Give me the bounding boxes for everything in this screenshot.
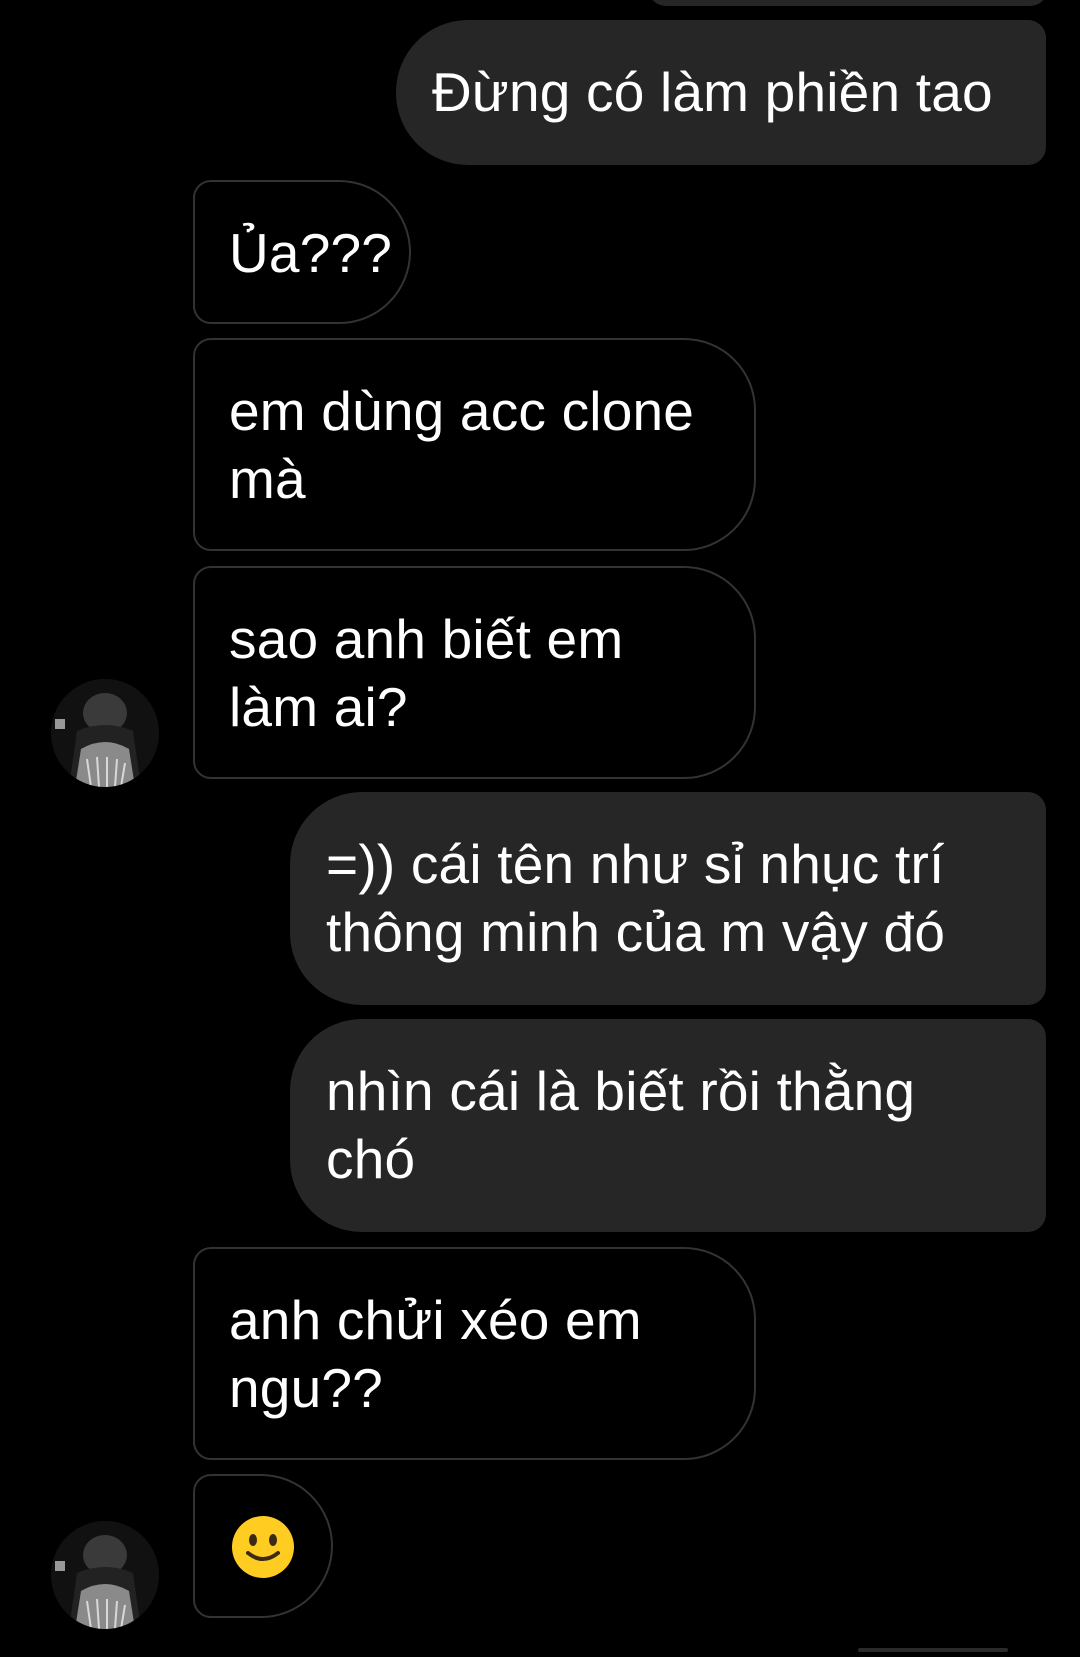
message-text-line: chó — [326, 1128, 416, 1190]
message-bubble-outgoing[interactable]: Đừng có làm phiền tao — [396, 20, 1046, 165]
message-bubble-outgoing[interactable]: nhìn cái là biết rồi thằng chó — [290, 1019, 1046, 1232]
contact-avatar[interactable] — [51, 1521, 159, 1629]
message-bubble-incoming-emoji[interactable] — [193, 1474, 333, 1618]
avatar-photo-icon — [51, 1521, 159, 1629]
message-text-line: mà — [229, 448, 306, 510]
contact-avatar[interactable] — [51, 679, 159, 787]
message-text-line: anh chửi xéo em — [229, 1289, 642, 1351]
message-text: Đừng có làm phiền tao — [432, 61, 993, 123]
message-text-line: nhìn cái là biết rồi thằng — [326, 1060, 916, 1122]
chat-thread: Đừng có làm phiền tao Ủa??? em dùng acc … — [0, 0, 1080, 1657]
message-text-line: làm ai? — [229, 676, 408, 738]
message-text: Ủa??? — [229, 222, 393, 284]
home-indicator-partial — [858, 1648, 1008, 1652]
message-bubble-incoming[interactable]: em dùng acc clone mà — [193, 338, 756, 551]
message-text-line: ngu?? — [229, 1357, 383, 1419]
message-bubble-outgoing[interactable]: =)) cái tên như sỉ nhục trí thông minh c… — [290, 792, 1046, 1005]
message-text-line: em dùng acc clone — [229, 380, 695, 442]
message-text-line: =)) cái tên như sỉ nhục trí — [326, 833, 945, 895]
avatar-photo-icon — [51, 679, 159, 787]
message-bubble-incoming[interactable]: anh chửi xéo em ngu?? — [193, 1247, 756, 1460]
message-bubble-incoming[interactable]: sao anh biết em làm ai? — [193, 566, 756, 779]
message-text-line: thông minh của m vậy đó — [326, 901, 946, 963]
message-bubble-incoming[interactable]: Ủa??? — [193, 180, 411, 324]
slightly-smiling-face-emoji-icon — [232, 1516, 294, 1578]
previous-message-bubble-partial — [648, 0, 1048, 6]
message-text-line: sao anh biết em — [229, 608, 624, 670]
